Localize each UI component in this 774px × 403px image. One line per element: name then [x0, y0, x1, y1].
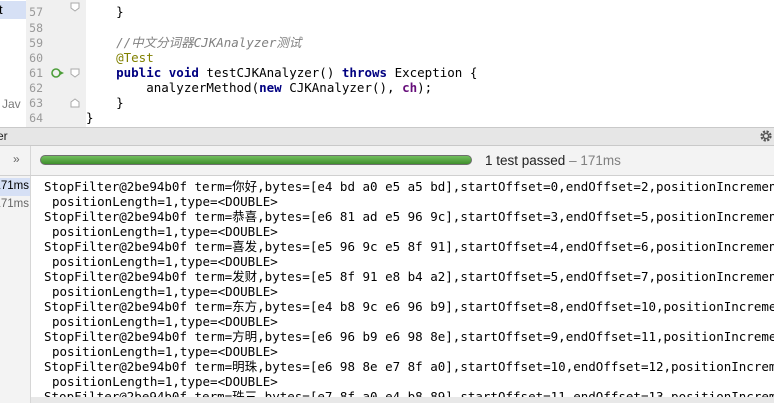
- toolbar-left-strip: »: [0, 146, 31, 175]
- console-line-continuation: positionLength=1,type=<DOUBLE>: [52, 374, 278, 389]
- code-annotation: @Test: [86, 50, 154, 65]
- code-text: CJKAnalyzer(),: [289, 80, 403, 95]
- line-number: 59: [29, 36, 43, 50]
- code-editor[interactable]: t Jav 57 59 60 61 62 63 64 58 } //中文分词器C…: [0, 0, 774, 127]
- horizontal-scrollbar[interactable]: [31, 397, 774, 403]
- code-text: );: [417, 80, 433, 95]
- test-tree-item[interactable]: 171ms: [0, 196, 30, 214]
- console-line: StopFilter@2be94b0f term=恭喜,bytes=[e6 81…: [44, 209, 774, 224]
- code-line-59: //中文分词器CJKAnalyzer测试: [86, 35, 301, 50]
- editor-gutter: 57 59 60 61 62 63 64 58: [26, 0, 86, 127]
- code-keyword: new: [259, 80, 290, 95]
- line-number: 60: [29, 51, 43, 65]
- project-tree-selected-item[interactable]: t: [0, 1, 26, 19]
- code-line-63: }: [86, 95, 124, 110]
- line-number: 61: [29, 66, 43, 80]
- console-output[interactable]: StopFilter@2be94b0f term=你好,bytes=[e4 bd…: [31, 176, 774, 403]
- test-progress-fill: [41, 156, 471, 164]
- run-test-icon[interactable]: [51, 67, 65, 79]
- console-line-continuation: positionLength=1,type=<DOUBLE>: [52, 194, 278, 209]
- project-tree-item-label: t: [0, 2, 3, 17]
- test-progress-bar: [40, 155, 472, 165]
- code-comment: //中文分词器CJKAnalyzer测试: [86, 35, 302, 50]
- run-panel-title: er: [0, 129, 8, 143]
- line-number: 57: [29, 5, 43, 19]
- line-number: 64: [29, 111, 43, 125]
- code-text: Exception {: [394, 65, 478, 80]
- fold-icon[interactable]: [70, 68, 80, 78]
- code-line-61: public void testCJKAnalyzer() throws Exc…: [86, 65, 477, 80]
- console-line: StopFilter@2be94b0f term=明珠,bytes=[e6 98…: [44, 359, 774, 374]
- console-line: StopFilter@2be94b0f term=喜发,bytes=[e5 96…: [44, 239, 774, 254]
- console-line: StopFilter@2be94b0f term=发财,bytes=[e5 8f…: [44, 269, 774, 284]
- console-line-continuation: positionLength=1,type=<DOUBLE>: [52, 224, 278, 239]
- test-runner-toolbar: » 1 test passed – 171ms: [0, 146, 774, 176]
- code-keyword: throws: [341, 65, 395, 80]
- project-tree-item-jav[interactable]: Jav: [2, 97, 21, 111]
- code-line-57: }: [86, 4, 124, 19]
- test-tree-item-time: 171ms: [0, 198, 29, 210]
- console-line-continuation: positionLength=1,type=<DOUBLE>: [52, 284, 278, 299]
- test-tree-item-time: 171ms: [0, 180, 29, 192]
- fold-icon[interactable]: [70, 98, 80, 108]
- test-duration: – 171ms: [565, 153, 621, 168]
- code-text: analyzerMethod(: [86, 80, 260, 95]
- console-line-continuation: positionLength=1,type=<DOUBLE>: [52, 254, 278, 269]
- console-line: StopFilter@2be94b0f term=东方,bytes=[e4 b8…: [44, 299, 774, 314]
- code-keyword: public void: [86, 65, 207, 80]
- project-panel: t Jav: [0, 0, 27, 127]
- console-line-continuation: positionLength=1,type=<DOUBLE>: [52, 344, 278, 359]
- fold-icon[interactable]: [70, 2, 80, 12]
- gear-icon[interactable]: [758, 128, 774, 144]
- test-status: 1 test passed – 171ms: [485, 153, 621, 168]
- code-line-60: @Test: [86, 50, 154, 65]
- line-number: 62: [29, 81, 43, 95]
- code-line-62: analyzerMethod(new CJKAnalyzer(), ch);: [86, 80, 432, 95]
- line-number: 58: [29, 21, 43, 35]
- test-tree: 171ms 171ms: [0, 176, 31, 403]
- line-number: 63: [29, 96, 43, 110]
- test-status-text: 1 test passed: [485, 153, 566, 168]
- console-line: StopFilter@2be94b0f term=方明,bytes=[e6 96…: [44, 329, 774, 344]
- console-line: StopFilter@2be94b0f term=你好,bytes=[e4 bd…: [44, 179, 774, 194]
- console-line-continuation: positionLength=1,type=<DOUBLE>: [52, 314, 278, 329]
- run-panel-header: er: [0, 127, 774, 146]
- test-tree-item[interactable]: 171ms: [0, 178, 30, 196]
- expand-toolbar-icon[interactable]: »: [13, 152, 20, 166]
- code-method-name: testCJKAnalyzer(): [206, 65, 342, 80]
- code-line-64: }: [86, 110, 94, 125]
- code-field: ch: [402, 80, 418, 95]
- code-area[interactable]: } //中文分词器CJKAnalyzer测试 @Test public void…: [86, 0, 774, 127]
